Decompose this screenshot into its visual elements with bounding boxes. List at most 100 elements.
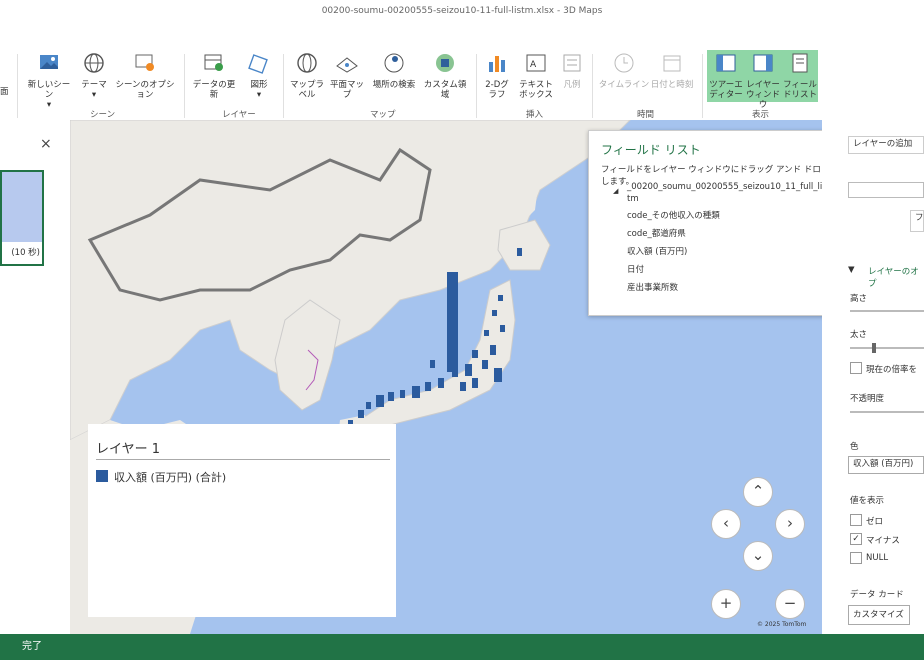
calendar-icon bbox=[663, 55, 681, 72]
custom-regions-button[interactable]: カスタム領域 bbox=[420, 52, 470, 100]
globe-icon bbox=[84, 53, 104, 73]
ribbon: 面 新しいシーン ▾ テーマ ▾ シーンのオプション シーン データの更新 図形 ▾ … bbox=[0, 40, 924, 121]
scale-checkbox-label: 現在の倍率を bbox=[866, 365, 918, 375]
data-bar-tall bbox=[447, 272, 458, 372]
show-values-label: 値を表示 bbox=[850, 496, 885, 506]
status-text: 完了 bbox=[22, 641, 42, 652]
theme-button[interactable]: テーマ ▾ bbox=[76, 52, 112, 100]
expand-triangle-icon[interactable]: ◢ bbox=[613, 187, 618, 195]
opacity-slider[interactable] bbox=[850, 411, 924, 413]
data-card-label: データ カード bbox=[850, 590, 904, 600]
layer-pane-button[interactable]: レイヤーウィンドウ bbox=[745, 52, 781, 110]
location-pin-icon bbox=[384, 53, 404, 73]
new-scene-icon bbox=[40, 55, 58, 69]
tour-editor-icon bbox=[716, 54, 736, 72]
minus-label: マイナス bbox=[866, 536, 900, 546]
2d-chart-button[interactable]: 2-Dグラフ bbox=[482, 52, 512, 100]
text-box-button[interactable]: A テキストボックス bbox=[516, 52, 556, 100]
field-item[interactable]: 収入額 (百万円) bbox=[627, 245, 687, 257]
map-copyright: © 2025 TomTom bbox=[757, 621, 807, 628]
f-button[interactable]: フ bbox=[910, 210, 924, 232]
chevron-up-icon: ⌃ bbox=[751, 482, 765, 500]
scene-thumbnail[interactable]: (10 秒) bbox=[0, 170, 44, 266]
field-list-icon bbox=[792, 53, 808, 73]
flat-map-button[interactable]: 平面マップ bbox=[326, 52, 368, 100]
globe-icon bbox=[297, 53, 317, 73]
timeline-button[interactable]: タイムライン bbox=[598, 52, 650, 90]
group-label-view: 表示 bbox=[752, 110, 770, 120]
shapes-icon bbox=[248, 54, 268, 74]
close-icon[interactable]: × bbox=[40, 136, 52, 152]
null-checkbox[interactable] bbox=[850, 552, 862, 564]
field-list-button[interactable]: フィールドリスト bbox=[782, 52, 818, 100]
clock-icon bbox=[614, 53, 634, 73]
pan-right-button[interactable]: › bbox=[775, 509, 805, 539]
refresh-data-button[interactable]: データの更新 bbox=[190, 52, 238, 100]
group-label-layer: レイヤー bbox=[222, 110, 256, 120]
window-title: 00200-soumu-00200555-seizou10-11-full-li… bbox=[0, 0, 924, 22]
legend-item: 収入額 (百万円) (合計) bbox=[114, 471, 227, 484]
bar-chart-icon bbox=[489, 56, 505, 72]
group-label-map: マップ bbox=[370, 110, 396, 120]
scene-options-button[interactable]: シーンのオプション bbox=[112, 52, 178, 100]
minus-checkbox[interactable]: ✓ bbox=[850, 533, 862, 545]
refresh-icon bbox=[204, 54, 223, 71]
group-label-scene: シーン bbox=[90, 110, 116, 120]
date-time-button[interactable]: 日付と時刻 bbox=[648, 52, 696, 90]
zoom-out-button[interactable]: − bbox=[775, 589, 805, 619]
layer-legend[interactable]: レイヤー 1 収入額 (百万円) (合計) bbox=[88, 424, 396, 617]
color-dropdown[interactable]: 収入額 (百万円) bbox=[848, 456, 924, 474]
table-name[interactable]: _00200_soumu_00200555_seizou10_11_full_l… bbox=[627, 181, 827, 205]
group-label-insert: 挿入 bbox=[526, 110, 544, 120]
zero-checkbox[interactable] bbox=[850, 514, 862, 526]
flat-map-icon bbox=[336, 57, 358, 73]
field-item[interactable]: 産出事業所数 bbox=[627, 281, 678, 293]
plus-icon: + bbox=[719, 594, 733, 612]
new-scene-button[interactable]: 新しいシーン ▾ bbox=[24, 52, 74, 110]
slider-knob[interactable] bbox=[872, 343, 876, 353]
field-list-panel: フィールド リスト × フィールドをレイヤー ウィンドウにドラッグ アンド ドロ… bbox=[588, 130, 847, 316]
pan-down-button[interactable]: ⌄ bbox=[743, 541, 773, 571]
legend-swatch bbox=[96, 470, 108, 482]
height-label: 高さ bbox=[850, 294, 868, 304]
scale-checkbox[interactable] bbox=[850, 362, 862, 374]
legend-title: レイヤー 1 bbox=[96, 442, 161, 457]
legend-icon bbox=[563, 54, 581, 72]
customize-button[interactable]: カスタマイズ bbox=[848, 605, 910, 625]
pan-up-button[interactable]: ⌃ bbox=[743, 477, 773, 507]
text-box-icon: A bbox=[526, 54, 546, 72]
collapse-triangle-icon[interactable]: ▼ bbox=[848, 265, 855, 275]
null-label: NULL bbox=[866, 553, 889, 563]
layer-options-header[interactable]: レイヤーのオプ bbox=[868, 265, 924, 289]
field-list-title: フィールド リスト bbox=[601, 143, 701, 157]
thickness-slider[interactable] bbox=[850, 343, 924, 353]
tour-pane: × (10 秒) bbox=[0, 120, 70, 634]
zoom-in-button[interactable]: + bbox=[711, 589, 741, 619]
minus-icon: − bbox=[783, 594, 797, 612]
field-item[interactable]: code_その他収入の種類 bbox=[627, 209, 720, 221]
shapes-button[interactable]: 図形 ▾ bbox=[244, 52, 274, 100]
map-labels-button[interactable]: マップラベル bbox=[288, 52, 326, 100]
status-bar: 完了 bbox=[0, 634, 924, 660]
tour-editor-button[interactable]: ツアーエディター bbox=[707, 52, 745, 100]
field-item[interactable]: 日付 bbox=[627, 263, 644, 275]
group-label-time: 時間 bbox=[637, 110, 655, 120]
ribbon-cut-label: 面 bbox=[0, 87, 9, 97]
scene-duration: (10 秒) bbox=[2, 242, 42, 264]
color-label: 色 bbox=[850, 442, 859, 452]
svg-text:A: A bbox=[530, 60, 537, 70]
height-slider[interactable] bbox=[850, 310, 924, 312]
thickness-label: 太さ bbox=[850, 330, 868, 340]
pan-left-button[interactable]: ‹ bbox=[711, 509, 741, 539]
chevron-left-icon: ‹ bbox=[723, 514, 729, 532]
custom-regions-icon bbox=[436, 54, 454, 72]
field-item[interactable]: code_都道府県 bbox=[627, 227, 686, 239]
layer-name-field[interactable] bbox=[848, 182, 924, 198]
layer-pane: レイヤーの追加 フ ▼ レイヤーのオプ 高さ 太さ 現在の倍率を 不透明度 色 … bbox=[822, 120, 924, 634]
find-location-button[interactable]: 場所の検索 bbox=[370, 52, 418, 90]
chevron-down-icon: ⌄ bbox=[751, 546, 765, 564]
opacity-label: 不透明度 bbox=[850, 394, 885, 404]
add-layer-button[interactable]: レイヤーの追加 bbox=[848, 136, 924, 154]
legend-button[interactable]: 凡例 bbox=[558, 52, 586, 90]
layer-pane-icon bbox=[753, 54, 773, 72]
